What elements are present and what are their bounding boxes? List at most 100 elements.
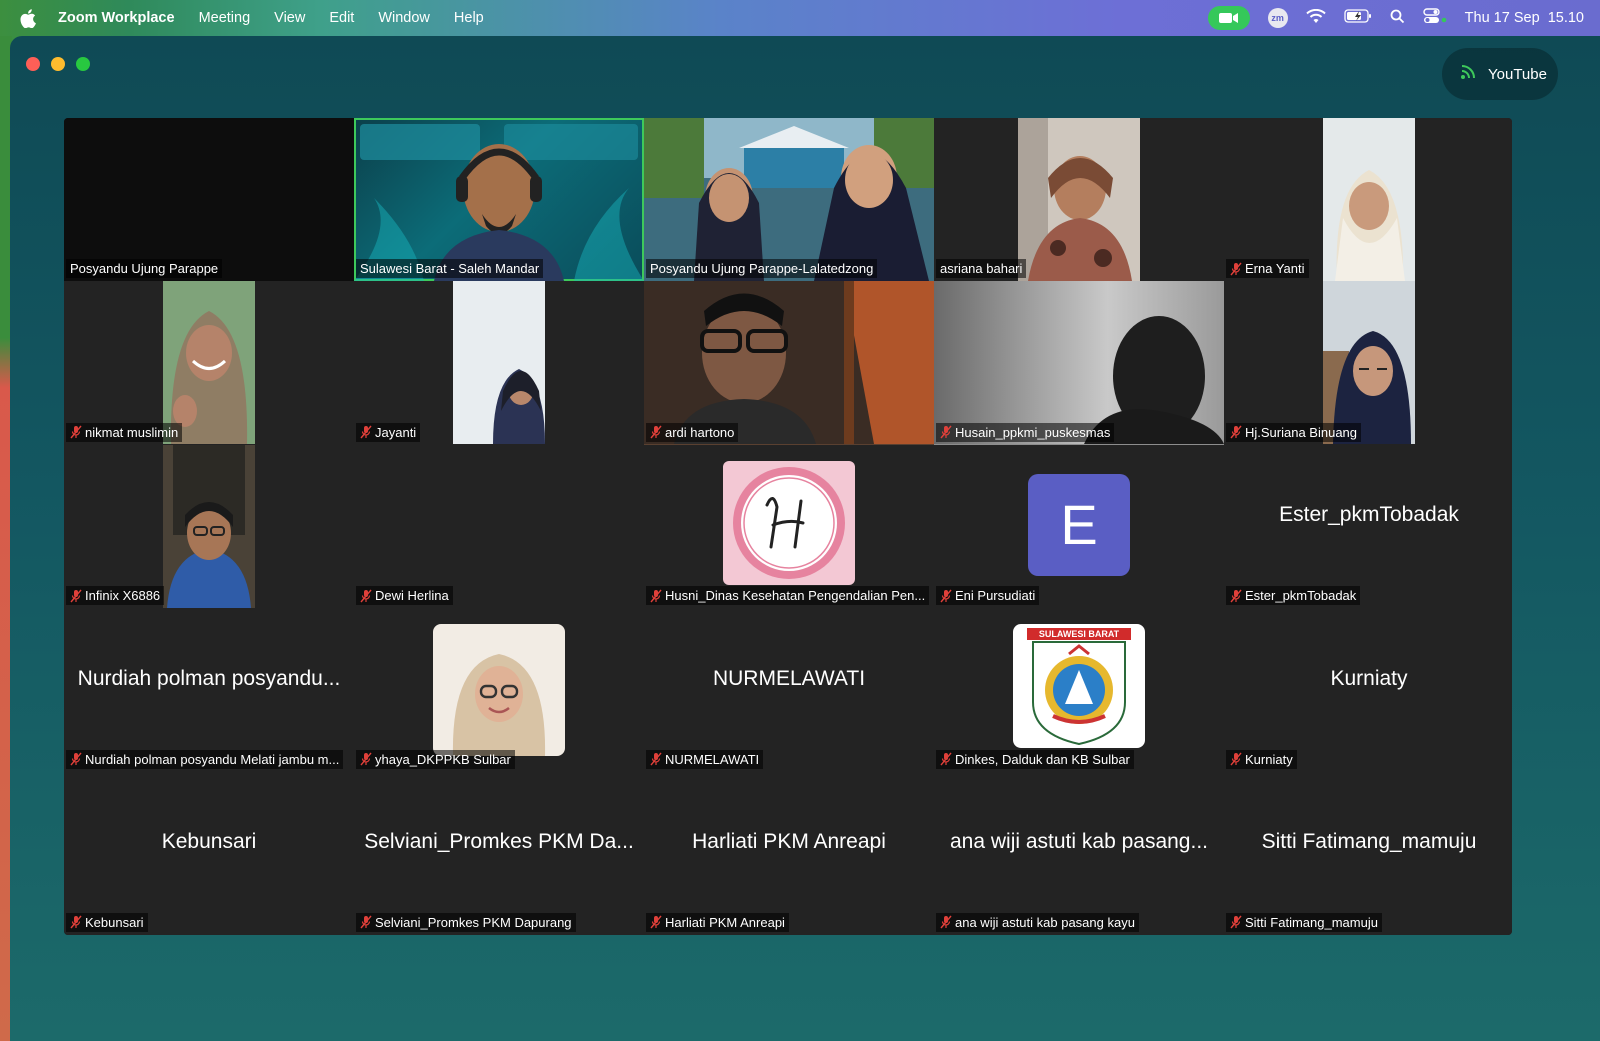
minimize-window-button[interactable] [51,57,65,71]
microphone-muted-icon [360,752,372,766]
participant-name-tag: yhaya_DKPPKB Sulbar [356,749,515,769]
livestream-indicator[interactable]: YouTube [1442,48,1558,100]
microphone-muted-icon [650,589,662,603]
menubar-clock[interactable]: Thu 17 Sep 15.10 [1465,10,1584,26]
menu-edit[interactable]: Edit [329,10,354,26]
maximize-window-button[interactable] [76,57,90,71]
participant-name: Posyandu Ujung Parappe [70,261,219,277]
sulawesi-barat-logo: SULAWESI BARAT [1013,624,1145,749]
microphone-muted-icon [650,915,662,929]
microphone-muted-icon [70,915,82,929]
participant-tile[interactable]: Erna Yanti [1224,118,1512,282]
participant-display-name: Selviani_Promkes PKM Da... [364,830,634,854]
participant-name-tag: Posyandu Ujung Parappe-Lalatedzong [646,259,878,279]
participant-tile[interactable]: Selviani_Promkes PKM Da... Selviani_Prom… [354,771,644,935]
participant-tile[interactable]: ardi hartono [644,281,934,445]
participant-tile[interactable]: Dewi Herlina [354,444,644,609]
participant-video [354,118,644,281]
participant-tile[interactable]: Harliati PKM Anreapi Harliati PKM Anreap… [644,771,934,935]
participant-video [1323,118,1415,281]
participant-name: Sulawesi Barat - Saleh Mandar [360,261,540,277]
logo-text: SULAWESI BARAT [1038,629,1120,640]
participant-name: ana wiji astuti kab pasang kayu [955,914,1135,930]
participant-name: Dewi Herlina [375,588,449,604]
menu-app-name[interactable]: Zoom Workplace [58,10,175,26]
participant-name: Sitti Fatimang_mamuju [1245,914,1378,930]
participant-video [453,281,545,445]
menu-window[interactable]: Window [378,10,430,26]
participant-tile[interactable]: Husain_ppkmi_puskesmas [934,281,1224,445]
microphone-muted-icon [1230,262,1242,276]
participant-tile[interactable]: Kurniaty Kurniaty [1224,608,1512,772]
participant-tile[interactable]: NURMELAWATI NURMELAWATI [644,608,934,772]
microphone-muted-icon [940,915,952,929]
wifi-icon[interactable] [1305,8,1326,28]
participant-tile[interactable]: nikmat muslimin [64,281,354,445]
participant-tile[interactable]: Nurdiah polman posyandu... Nurdiah polma… [64,608,354,772]
participant-display-name: ana wiji astuti kab pasang... [950,830,1208,854]
zoom-meeting-window: YouTube Posyandu Ujung Parappe Sulawesi … [10,36,1600,1041]
participant-tile[interactable]: Ester_pkmTobadak Ester_pkmTobadak [1224,444,1512,609]
participant-name-tag: Kebunsari [66,912,148,932]
participant-tile[interactable]: Sitti Fatimang_mamuju Sitti Fatimang_mam… [1224,771,1512,935]
microphone-muted-icon [650,752,662,766]
participant-tile[interactable]: Posyandu Ujung Parappe [64,118,354,282]
participant-video [163,444,255,608]
control-center-icon[interactable] [1422,8,1447,28]
participant-display-name: Ester_pkmTobadak [1279,503,1459,527]
gallery-view: Posyandu Ujung Parappe Sulawesi Barat - … [64,118,1512,935]
menu-view[interactable]: View [274,10,305,26]
participant-name: Eni Pursudiati [955,588,1036,604]
participant-video [644,118,934,281]
participant-tile-active-speaker[interactable]: Sulawesi Barat - Saleh Mandar [354,118,644,282]
menu-meeting[interactable]: Meeting [199,10,251,26]
participant-name-tag: Erna Yanti [1226,259,1309,279]
microphone-muted-icon [70,425,82,439]
profile-picture [433,624,565,757]
participant-name: ardi hartono [665,424,735,440]
battery-charging-icon[interactable] [1344,9,1372,27]
participant-name: Posyandu Ujung Parappe-Lalatedzong [650,261,874,277]
participant-tile[interactable]: Hj.Suriana Binuang [1224,281,1512,445]
participant-name-tag: Infinix X6886 [66,586,165,606]
participant-tile[interactable]: asriana bahari [934,118,1224,282]
macos-menubar: Zoom Workplace Meeting View Edit Window … [0,0,1600,36]
participant-name-tag: Ester_pkmTobadak [1226,586,1361,606]
participant-display-name: Harliati PKM Anreapi [692,830,886,854]
participant-tile[interactable]: Kebunsari Kebunsari [64,771,354,935]
search-icon[interactable] [1390,9,1405,28]
participant-tile[interactable]: Jayanti [354,281,644,445]
participant-tile[interactable]: Husni_Dinas Kesehatan Pengendalian Pen..… [644,444,934,609]
participant-name: Infinix X6886 [85,588,161,604]
apple-logo-icon[interactable] [20,8,42,28]
participant-tile[interactable]: Posyandu Ujung Parappe-Lalatedzong [644,118,934,282]
microphone-muted-icon [1230,752,1242,766]
participant-name-tag: Hj.Suriana Binuang [1226,422,1362,442]
participant-tile[interactable]: ana wiji astuti kab pasang... ana wiji a… [934,771,1224,935]
participant-name-tag: Eni Pursudiati [936,586,1040,606]
microphone-muted-icon [360,425,372,439]
participant-name: Husni_Dinas Kesehatan Pengendalian Pen..… [665,588,926,604]
participant-name-tag: ardi hartono [646,422,739,442]
participant-name-tag: Husni_Dinas Kesehatan Pengendalian Pen..… [646,586,930,606]
participant-name-tag: NURMELAWATI [646,749,764,769]
participant-name: Dinkes, Dalduk dan KB Sulbar [955,751,1130,767]
participant-name-tag: nikmat muslimin [66,422,183,442]
participant-display-name: Kebunsari [161,830,257,854]
participant-name-tag: Posyandu Ujung Parappe [66,259,223,279]
camera-in-use-icon[interactable] [1207,6,1250,30]
menu-help[interactable]: Help [454,10,484,26]
participant-name: Ester_pkmTobadak [1245,588,1357,604]
participant-tile[interactable]: Infinix X6886 [64,444,354,609]
participant-tile[interactable]: yhaya_DKPPKB Sulbar [354,608,644,772]
participant-name: Jayanti [375,424,417,440]
participant-name: nikmat muslimin [85,424,179,440]
microphone-muted-icon [650,425,662,439]
avatar-initial: E [1028,473,1130,576]
close-window-button[interactable] [26,57,40,71]
participant-tile[interactable]: SULAWESI BARAT Dinkes, Dalduk dan KB Sul… [934,608,1224,772]
participant-tile[interactable]: E Eni Pursudiati [934,444,1224,609]
participant-name: Nurdiah polman posyandu Melati jambu m..… [85,751,340,767]
zoom-status-icon[interactable]: zm [1267,8,1288,28]
participant-name-tag: Jayanti [356,422,421,442]
